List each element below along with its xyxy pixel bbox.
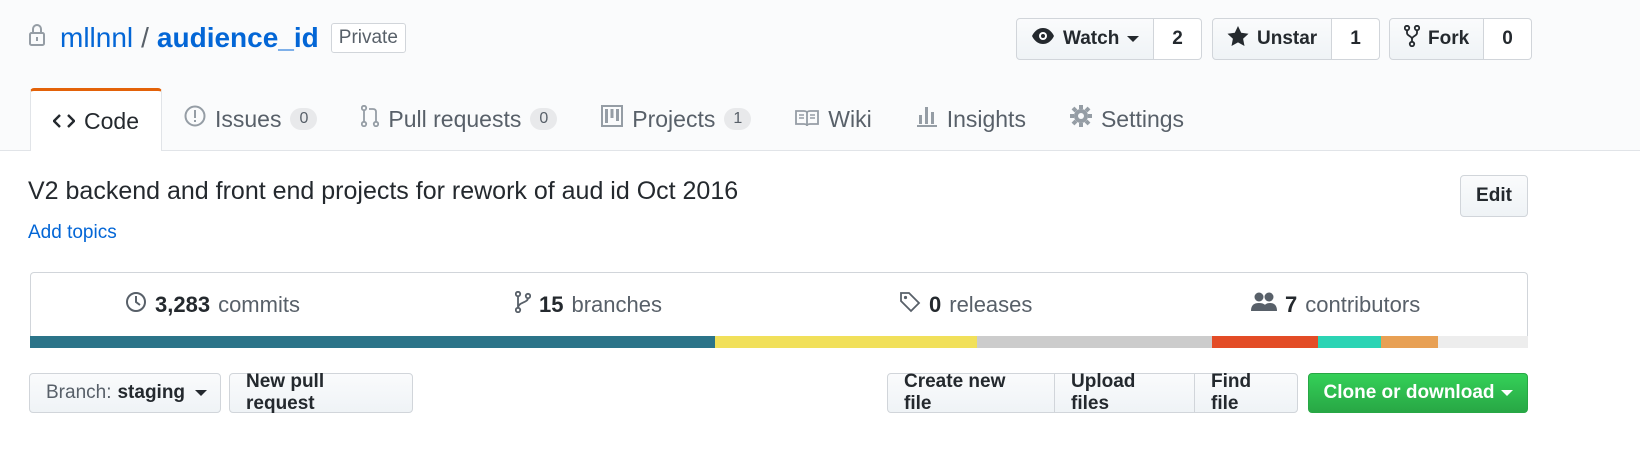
issue-icon	[184, 105, 206, 133]
releases-count: 0	[929, 292, 942, 317]
tab-settings[interactable]: Settings	[1048, 88, 1206, 150]
add-topics-link[interactable]: Add topics	[28, 222, 117, 244]
language-segment	[1381, 336, 1439, 348]
contributors-label: contributors	[1305, 292, 1421, 317]
tab-pull-requests-label: Pull requests	[388, 105, 522, 132]
language-bar[interactable]	[30, 336, 1528, 348]
clone-or-download-button[interactable]: Clone or download	[1308, 373, 1528, 413]
tab-code[interactable]: Code	[30, 88, 162, 151]
issues-counter: 0	[290, 108, 318, 130]
branches-stat[interactable]: 15 branches	[514, 273, 662, 337]
language-segment	[1438, 336, 1528, 348]
chevron-down-icon	[1500, 390, 1513, 396]
eye-icon	[1031, 27, 1055, 51]
path-separator: /	[141, 22, 149, 53]
star-group: Unstar 1	[1212, 18, 1380, 60]
tab-issues[interactable]: Issues 0	[162, 88, 339, 150]
tab-pull-requests[interactable]: Pull requests 0	[339, 88, 579, 150]
repo-owner-link[interactable]: mllnnl	[60, 22, 133, 54]
code-icon	[52, 108, 76, 135]
branch-prefix: Branch:	[46, 382, 112, 403]
language-segment	[714, 336, 977, 348]
lock-icon	[28, 22, 46, 54]
language-segment	[30, 336, 715, 348]
star-icon	[1227, 25, 1249, 53]
releases-label: releases	[949, 292, 1033, 317]
tab-wiki[interactable]: Wiki	[773, 88, 893, 150]
clone-label: Clone or download	[1323, 382, 1495, 403]
watch-count[interactable]: 2	[1154, 18, 1202, 60]
commits-stat[interactable]: 3,283 commits	[125, 273, 300, 337]
repo-title: mllnnl / audience_id Private	[28, 18, 406, 58]
repo-description: V2 backend and front end projects for re…	[28, 177, 739, 205]
chevron-down-icon	[195, 390, 208, 396]
private-badge: Private	[330, 23, 406, 53]
releases-stat[interactable]: 0 releases	[899, 273, 1032, 337]
fork-label: Fork	[1428, 28, 1470, 49]
fork-group: Fork 0	[1389, 18, 1532, 60]
commits-label: commits	[218, 292, 300, 317]
branch-select-button[interactable]: Branch: staging	[29, 373, 221, 413]
repo-header: mllnnl / audience_id Private Watch 2 Uns…	[0, 0, 1640, 151]
chevron-down-icon	[1127, 36, 1140, 42]
commits-count: 3,283	[155, 292, 211, 317]
language-segment	[1211, 336, 1319, 348]
tab-settings-label: Settings	[1100, 105, 1185, 132]
project-icon	[601, 105, 624, 133]
fork-icon	[1403, 24, 1421, 53]
star-count[interactable]: 1	[1332, 18, 1380, 60]
tab-insights-label: Insights	[946, 105, 1026, 132]
upload-files-button[interactable]: Upload files	[1054, 371, 1195, 414]
watch-group: Watch 2	[1016, 18, 1202, 60]
watch-label: Watch	[1063, 28, 1120, 49]
pull-requests-counter: 0	[530, 108, 558, 130]
people-icon	[1251, 292, 1277, 318]
fork-button[interactable]: Fork	[1389, 18, 1485, 60]
contributors-stat[interactable]: 7 contributors	[1251, 273, 1420, 337]
tab-insights[interactable]: Insights	[894, 88, 1048, 150]
contributors-count: 7	[1285, 292, 1298, 317]
watch-button[interactable]: Watch	[1016, 18, 1155, 60]
branch-icon	[514, 290, 532, 319]
history-icon	[125, 291, 147, 319]
create-new-file-button[interactable]: Create new file	[887, 371, 1055, 414]
book-icon	[795, 106, 820, 133]
tab-projects-label: Projects	[632, 105, 716, 132]
fork-count[interactable]: 0	[1484, 18, 1532, 60]
branch-name: staging	[117, 382, 186, 403]
tab-issues-label: Issues	[214, 105, 282, 132]
language-segment	[1318, 336, 1382, 348]
projects-counter: 1	[724, 108, 752, 130]
new-pull-request-button[interactable]: New pull request	[229, 371, 413, 414]
pull-request-icon	[361, 104, 380, 133]
branches-count: 15	[539, 292, 564, 317]
edit-description-button[interactable]: Edit	[1460, 175, 1528, 217]
language-segment	[976, 336, 1212, 348]
unstar-button[interactable]: Unstar	[1212, 18, 1333, 60]
tag-icon	[899, 291, 921, 319]
repo-name-link[interactable]: audience_id	[157, 22, 319, 54]
tab-code-label: Code	[84, 107, 139, 134]
unstar-label: Unstar	[1257, 28, 1318, 49]
branches-label: branches	[571, 292, 662, 317]
find-file-button[interactable]: Find file	[1194, 371, 1298, 414]
repo-nav: Code Issues 0 Pull requests 0 Projects 1…	[30, 88, 1206, 151]
tab-projects[interactable]: Projects 1	[579, 88, 773, 150]
tab-wiki-label: Wiki	[828, 105, 872, 132]
gear-icon	[1069, 105, 1092, 133]
numbers-summary: 3,283 commits 15 branches 0 releases 7 c…	[30, 272, 1528, 337]
graph-icon	[916, 105, 938, 133]
